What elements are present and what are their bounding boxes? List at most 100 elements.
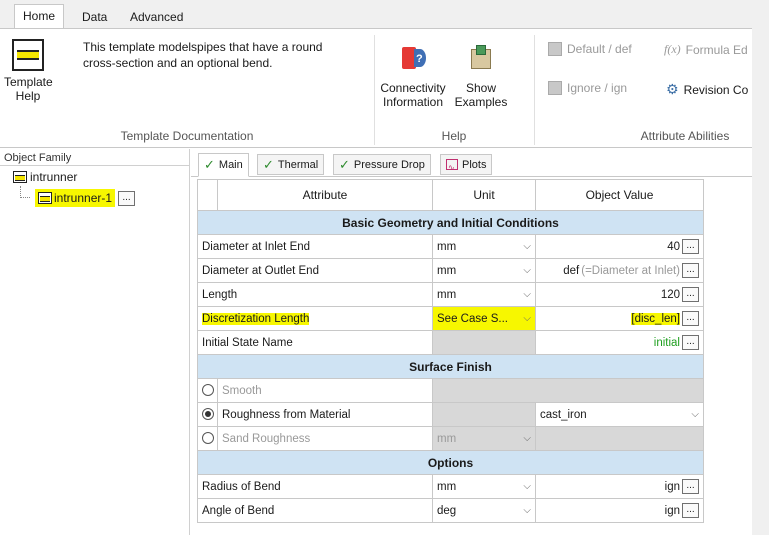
highlighted-attribute: Discretization Length: [202, 312, 310, 325]
value-cell[interactable]: 120...: [535, 282, 704, 307]
tab-main-label: Main: [218, 159, 243, 171]
value-text: initial: [653, 336, 680, 349]
unit-cell-disabled: [432, 402, 536, 427]
template-icon: [13, 171, 27, 183]
column-header-unit: Unit: [432, 179, 536, 211]
radio-cell[interactable]: [197, 402, 218, 427]
unit-select[interactable]: mm ⌵: [432, 474, 536, 499]
value-options-button[interactable]: ...: [682, 479, 699, 494]
chevron-down-icon: ⌵: [523, 313, 531, 324]
disabled-cell: [432, 378, 704, 403]
tab-main[interactable]: ✓ Main: [198, 153, 249, 177]
unit-select-disabled: mm ⌵: [432, 426, 536, 451]
unit-select[interactable]: mm ⌵: [432, 234, 536, 259]
attribute-abilities-group-label: Attribute Abilities: [640, 129, 730, 143]
unit-value: mm: [437, 264, 457, 277]
selected-object-highlight: intrunner-1: [35, 189, 116, 207]
tree-connector: [20, 186, 30, 198]
sand-roughness-radio[interactable]: [202, 432, 214, 445]
connectivity-label-2: Information: [382, 95, 444, 109]
section-basic-geometry: Basic Geometry and Initial Conditions: [197, 210, 704, 235]
chevron-down-icon: ⌵: [691, 409, 699, 420]
table-row: Smooth: [197, 378, 704, 403]
value-cell[interactable]: [disc_len]...: [535, 306, 704, 331]
connectivity-label-1: Connectivity: [380, 81, 446, 95]
unit-cell-disabled: [432, 330, 536, 355]
object-family-title: Object Family: [4, 152, 72, 164]
show-examples-button[interactable]: Show Examples: [454, 43, 508, 109]
tab-advanced[interactable]: Advanced: [122, 6, 191, 28]
object-options-button[interactable]: ...: [118, 190, 136, 206]
tab-home[interactable]: Home: [14, 4, 65, 29]
radio-cell[interactable]: [197, 426, 218, 451]
template-description-line-1: This template modelspipes that have a ro…: [83, 40, 323, 54]
attr-discretization-length: Discretization Length: [197, 306, 433, 331]
table-row: Angle of Bend deg ⌵ ign...: [197, 498, 704, 523]
gutter-cell: [197, 179, 218, 211]
examples-label-2: Examples: [454, 95, 508, 109]
value-options-button[interactable]: ...: [682, 311, 699, 326]
chevron-down-icon: ⌵: [523, 505, 531, 516]
revision-control-button[interactable]: ⚙ Revision Co: [666, 81, 748, 98]
roughness-material-radio[interactable]: [202, 408, 214, 421]
attr-diameter-outlet: Diameter at Outlet End: [197, 258, 433, 283]
unit-select[interactable]: See Case S... ⌵: [432, 306, 536, 331]
unit-value: mm: [437, 432, 457, 445]
table-row: Discretization Length See Case S... ⌵ [di…: [197, 306, 704, 331]
gear-icon: ⚙: [666, 81, 679, 97]
value-options-button[interactable]: ...: [682, 503, 699, 518]
unit-select[interactable]: mm ⌵: [432, 258, 536, 283]
tab-plots-label: Plots: [462, 158, 487, 171]
chevron-down-icon: ⌵: [523, 265, 531, 276]
attr-diameter-inlet: Diameter at Inlet End: [197, 234, 433, 259]
smooth-radio[interactable]: [202, 384, 214, 397]
value-cell[interactable]: def (=Diameter at Inlet)...: [535, 258, 704, 283]
material-select[interactable]: cast_iron ⌵: [535, 402, 704, 427]
value-options-button[interactable]: ...: [682, 263, 699, 278]
attr-initial-state-name: Initial State Name: [197, 330, 433, 355]
tree-item-intrunner-1[interactable]: intrunner-1 ...: [35, 189, 136, 207]
attr-length: Length: [197, 282, 433, 307]
column-header-object-value: Object Value: [535, 179, 704, 211]
unit-value: mm: [437, 240, 457, 253]
default-icon: [548, 42, 562, 56]
tree-item-intrunner[interactable]: intrunner: [13, 170, 77, 184]
column-header-attribute: Attribute: [217, 179, 433, 211]
tab-data[interactable]: Data: [74, 6, 115, 28]
default-def-button[interactable]: Default / def: [548, 42, 632, 56]
examples-label-1: Show: [465, 81, 497, 95]
unit-value: See Case S...: [437, 312, 508, 325]
template-help-label-1: Template: [4, 75, 53, 89]
value-cell[interactable]: ign...: [535, 498, 704, 523]
value-options-button[interactable]: ...: [682, 335, 699, 350]
disabled-cell: [535, 426, 704, 451]
unit-value: mm: [437, 288, 457, 301]
tab-pressure-drop[interactable]: ✓ Pressure Drop: [333, 154, 431, 175]
unit-select[interactable]: deg ⌵: [432, 498, 536, 523]
value-text: def: [563, 264, 580, 277]
radio-cell[interactable]: [197, 378, 218, 403]
fx-icon: f(x): [664, 42, 681, 56]
check-icon: ✓: [339, 156, 350, 172]
attr-sand-roughness: Sand Roughness: [217, 426, 433, 451]
chevron-down-icon: ⌵: [523, 241, 531, 252]
template-help-label-2: Help: [15, 89, 41, 103]
template-help-button[interactable]: Template Help: [4, 39, 53, 103]
tree-child-label: intrunner-1: [54, 191, 113, 205]
section-options: Options: [197, 450, 704, 475]
value-options-button[interactable]: ...: [682, 287, 699, 302]
formula-editor-button[interactable]: f(x) Formula Ed: [664, 42, 748, 57]
ignore-ign-button[interactable]: Ignore / ign: [548, 81, 627, 95]
unit-select[interactable]: mm ⌵: [432, 282, 536, 307]
value-cell[interactable]: ign...: [535, 474, 704, 499]
value-cell[interactable]: initial...: [535, 330, 704, 355]
template-description-line-2: cross-section and an optional bend.: [83, 56, 273, 70]
value-cell[interactable]: 40...: [535, 234, 704, 259]
tab-plots[interactable]: ∿ Plots: [440, 154, 493, 175]
value-options-button[interactable]: ...: [682, 239, 699, 254]
window-right-edge: [752, 0, 769, 535]
value-text: ign: [664, 504, 680, 517]
table-row: Radius of Bend mm ⌵ ign...: [197, 474, 704, 499]
connectivity-information-button[interactable]: ? Connectivity Information: [380, 43, 446, 109]
tab-thermal[interactable]: ✓ Thermal: [257, 154, 325, 175]
